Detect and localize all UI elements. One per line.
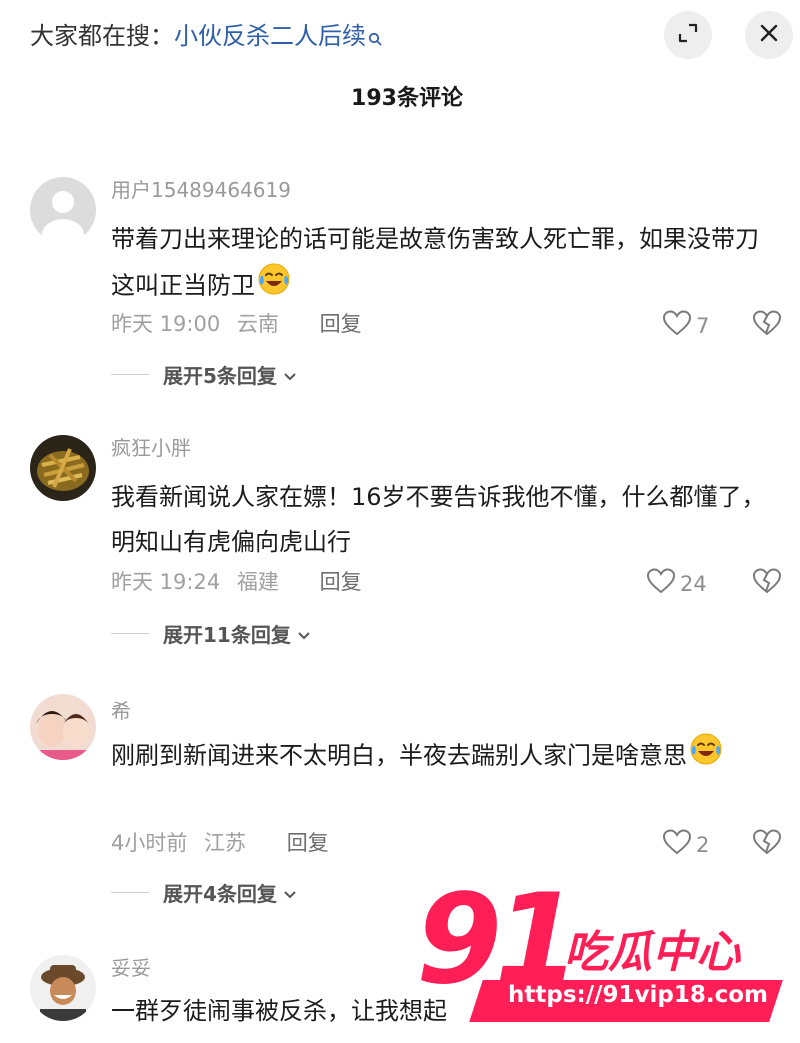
- heart-icon: [662, 309, 692, 342]
- comment-username[interactable]: 用户15489464619: [111, 175, 291, 205]
- comment-username[interactable]: 疯狂小胖: [111, 433, 191, 463]
- crying-laughing-emoji-icon: [257, 262, 291, 311]
- avatar[interactable]: [30, 435, 96, 501]
- comment-text-content: 我看新闻说人家在嫖！16岁不要告诉我他不懂，什么都懂了，明知山有虎偏向虎山行: [111, 483, 766, 556]
- comment-text: 刚刷到新闻进来不太明白，半夜去踹别人家门是啥意思: [111, 732, 771, 781]
- heart-icon: [646, 567, 676, 600]
- divider: [111, 374, 149, 375]
- broken-heart-icon: [751, 568, 783, 599]
- comment-location: 江苏: [204, 831, 247, 855]
- comment-text-content: 刚刷到新闻进来不太明白，半夜去踹别人家门是啥意思: [111, 741, 687, 770]
- watermark-logo: 91 吃瓜中心 https://91vip18.com: [412, 870, 800, 1032]
- like-count: 24: [680, 571, 707, 596]
- comment-text: 我看新闻说人家在嫖！16岁不要告诉我他不懂，什么都懂了，明知山有虎偏向虎山行: [111, 475, 771, 565]
- broken-heart-icon: [751, 310, 783, 341]
- chevron-down-icon: [283, 881, 297, 905]
- search-prefix: 大家都在搜：: [30, 22, 174, 50]
- reply-button[interactable]: 回复: [320, 567, 362, 597]
- comment-count-title: 193条评论: [351, 86, 463, 111]
- search-icon: [368, 22, 382, 54]
- close-button[interactable]: [745, 11, 793, 59]
- like-count: 2: [696, 832, 710, 857]
- divider: [111, 633, 149, 634]
- expand-button[interactable]: [664, 11, 712, 59]
- crying-laughing-emoji-icon: [689, 732, 723, 781]
- avatar[interactable]: [30, 177, 96, 243]
- comment-time: 昨天 19:24: [111, 570, 221, 594]
- like-button[interactable]: 24: [646, 567, 707, 600]
- watermark-brand: 吃瓜中心: [564, 927, 740, 978]
- trending-search-hint[interactable]: 大家都在搜：小伙反杀二人后续: [30, 20, 382, 54]
- heart-icon: [662, 828, 692, 861]
- comment-time: 4小时前: [111, 831, 188, 855]
- like-button[interactable]: 7: [662, 309, 709, 342]
- chevron-down-icon: [283, 363, 297, 387]
- chevron-down-icon: [297, 622, 311, 646]
- comment-username[interactable]: 妥妥: [111, 953, 151, 983]
- expand-replies-button[interactable]: 展开5条回复: [111, 360, 297, 389]
- comment-location: 福建: [236, 570, 279, 594]
- reply-button[interactable]: 回复: [287, 828, 329, 858]
- comment-meta: 昨天 19:00 云南 回复: [111, 309, 372, 339]
- comment-username[interactable]: 希: [111, 696, 131, 726]
- comments-header: 大家都在搜：小伙反杀二人后续 193条评论: [0, 0, 800, 130]
- reply-button[interactable]: 回复: [320, 309, 362, 339]
- comment-time: 昨天 19:00: [111, 312, 221, 336]
- expand-replies-button[interactable]: 展开4条回复: [111, 878, 297, 907]
- like-count: 7: [696, 313, 710, 338]
- expand-replies-label: 展开4条回复: [163, 882, 277, 906]
- avatar[interactable]: [30, 955, 96, 1021]
- dislike-button[interactable]: [751, 567, 783, 599]
- comment-text: 带着刀出来理论的话可能是故意伤害致人死亡罪，如果没带刀这叫正当防卫: [111, 217, 771, 311]
- comment-meta: 4小时前 江苏 回复: [111, 828, 339, 858]
- dislike-button[interactable]: [751, 309, 783, 341]
- dislike-button[interactable]: [751, 828, 783, 860]
- broken-heart-icon: [751, 829, 783, 860]
- expand-replies-label: 展开11条回复: [163, 623, 291, 647]
- expand-icon: [677, 22, 699, 48]
- expand-replies-label: 展开5条回复: [163, 364, 277, 388]
- divider: [111, 892, 149, 893]
- comment-meta: 昨天 19:24 福建 回复: [111, 567, 372, 597]
- comment-text-content: 带着刀出来理论的话可能是故意伤害致人死亡罪，如果没带刀这叫正当防卫: [111, 225, 759, 300]
- comment-text-content: 一群歹徒闹事被反杀，让我想起: [111, 997, 447, 1025]
- avatar[interactable]: [30, 694, 96, 760]
- like-button[interactable]: 2: [662, 828, 709, 861]
- search-term-link[interactable]: 小伙反杀二人后续: [174, 22, 366, 50]
- comment-location: 云南: [236, 312, 279, 336]
- watermark-url: https://91vip18.com: [508, 982, 769, 1008]
- expand-replies-button[interactable]: 展开11条回复: [111, 619, 311, 648]
- close-icon: [758, 22, 780, 48]
